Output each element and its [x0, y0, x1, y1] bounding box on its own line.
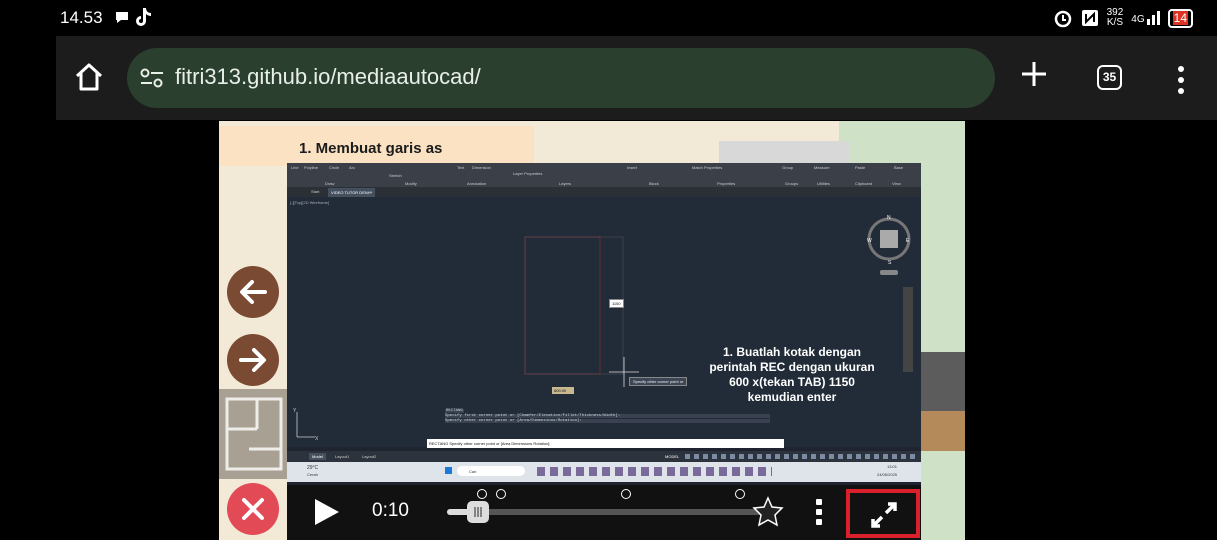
video-player[interactable]: Line Polyline Circle Arc Stretch Text Di… — [287, 163, 921, 540]
taskbar-date: 24/06/2025 — [877, 472, 898, 477]
video-controls: 0:10 — [287, 485, 921, 540]
windows-taskbar: 29°C Cerah Cari 13:01 24/06/2025 — [287, 462, 921, 482]
net-speed: 392 K/S — [1106, 7, 1124, 28]
address-bar[interactable]: fitri313.github.io/mediaautocad/ — [127, 48, 995, 108]
command-line: RECTANG Specify other corner point or [A… — [427, 439, 784, 448]
tab-layout1: Layout1 — [335, 454, 350, 459]
tab-layout2: Layout2 — [362, 454, 377, 459]
star-icon[interactable] — [752, 496, 784, 528]
web-page: 1. Membuat garis as Line Polyline Circle… — [219, 121, 965, 540]
windows-start-icon — [445, 467, 452, 474]
alarm-icon — [1054, 10, 1071, 28]
status-mode: MODEL — [665, 454, 680, 459]
floor-plan-illustration — [219, 389, 289, 479]
tiktok-icon — [136, 8, 151, 26]
weather-desc: Cerah — [307, 472, 318, 477]
taskbar-apps — [537, 467, 772, 476]
arrow-left-icon — [240, 280, 267, 304]
dimension-field: 600.00 — [552, 387, 575, 394]
close-icon — [242, 498, 264, 520]
tab-drawing: VIDEO TUTOR DENH* — [328, 188, 376, 197]
cursor-tooltip: Specify other corner point or — [629, 377, 688, 386]
tab-switcher-button[interactable]: 35 — [1097, 65, 1122, 90]
signal-icon: 4G — [1131, 11, 1160, 25]
video-caption: 1. Buatlah kotak dengan perintah REC den… — [709, 345, 875, 404]
svg-text:W: W — [867, 238, 872, 244]
current-time: 0:10 — [372, 500, 409, 521]
autocad-file-tabs: Start — [287, 187, 921, 197]
browser-toolbar: fitri313.github.io/mediaautocad/ 35 — [56, 36, 1217, 120]
battery-icon: 14 — [1167, 8, 1193, 28]
next-button[interactable] — [227, 334, 279, 386]
chapter-marker[interactable] — [735, 489, 745, 499]
site-settings-icon[interactable] — [140, 68, 164, 88]
section-header: 1. Membuat garis as — [219, 126, 534, 166]
arrow-right-icon — [239, 348, 266, 372]
taskbar-clock: 13:01 — [887, 464, 898, 469]
status-bar: 14.53 392 K/S 4G 14 — [0, 0, 1217, 36]
play-icon[interactable] — [313, 497, 341, 527]
prev-button[interactable] — [227, 266, 279, 318]
taskbar-search: Cari — [457, 466, 525, 476]
nfc-icon — [1081, 10, 1098, 26]
dimension-input-box: 1150 — [609, 299, 624, 308]
close-button[interactable] — [227, 483, 279, 535]
fullscreen-icon — [871, 502, 897, 528]
svg-text:X: X — [315, 436, 319, 442]
svg-text:Y: Y — [293, 408, 297, 414]
status-toggles — [685, 454, 917, 459]
chapter-marker[interactable] — [496, 489, 506, 499]
command-history: RECTANG Specify first corner point or [C… — [445, 409, 770, 435]
fullscreen-button[interactable] — [846, 489, 920, 538]
layout-bar: Model Layout1 Layout2 MODEL — [287, 451, 921, 462]
autocad-ribbon: Line Polyline Circle Arc Stretch Text Di… — [287, 163, 921, 187]
weather-temp: 29°C — [307, 465, 319, 471]
url-text[interactable]: fitri313.github.io/mediaautocad/ — [175, 64, 481, 90]
home-icon[interactable] — [74, 62, 104, 92]
video-menu-icon[interactable] — [816, 499, 822, 529]
svg-text:S: S — [888, 260, 892, 266]
new-tab-icon[interactable] — [1020, 60, 1048, 88]
section-title: 1. Membuat garis as — [299, 140, 443, 157]
tab-model: Model — [309, 453, 326, 460]
chapter-marker[interactable] — [621, 489, 631, 499]
tab-start: Start — [311, 189, 320, 194]
seek-thumb[interactable] — [466, 501, 489, 523]
seek-bar[interactable] — [447, 489, 784, 527]
chat-icon — [116, 12, 128, 23]
browser-menu-icon[interactable] — [1178, 66, 1184, 99]
status-time: 14.53 — [60, 8, 103, 27]
svg-text:N: N — [887, 215, 891, 221]
chapter-marker[interactable] — [477, 489, 487, 499]
